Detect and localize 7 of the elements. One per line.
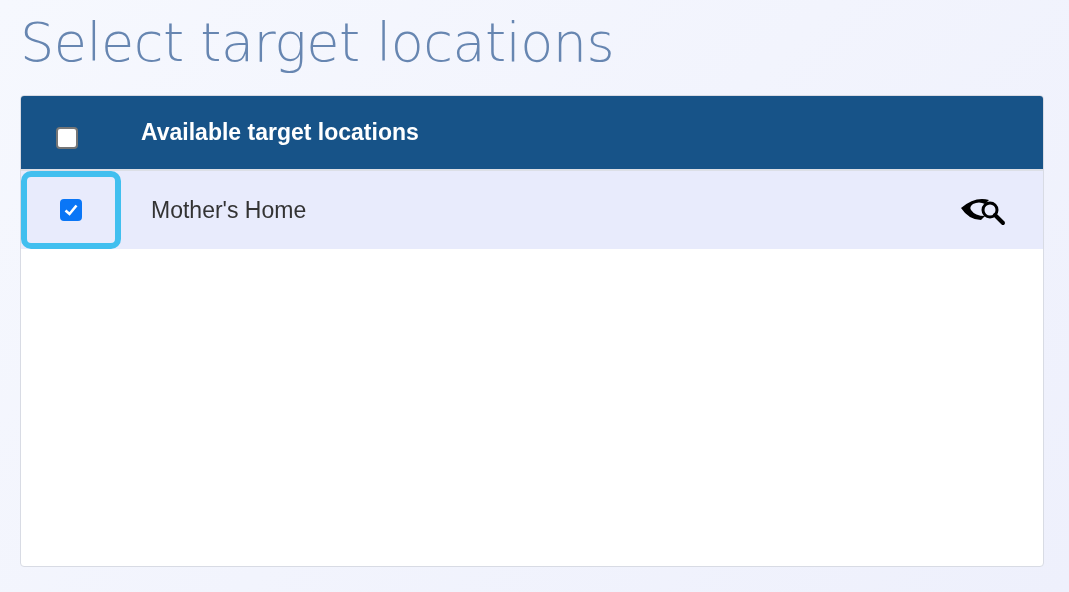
location-name: Mother's Home: [150, 196, 308, 224]
checkbox[interactable]: [60, 199, 82, 221]
checkbox[interactable]: [56, 126, 78, 149]
checkmark-icon: [64, 204, 78, 216]
location-row[interactable]: Mother's Home: [21, 171, 1043, 249]
page-title: Select target locations: [20, 10, 616, 76]
column-heading: Available target locations: [141, 119, 419, 146]
